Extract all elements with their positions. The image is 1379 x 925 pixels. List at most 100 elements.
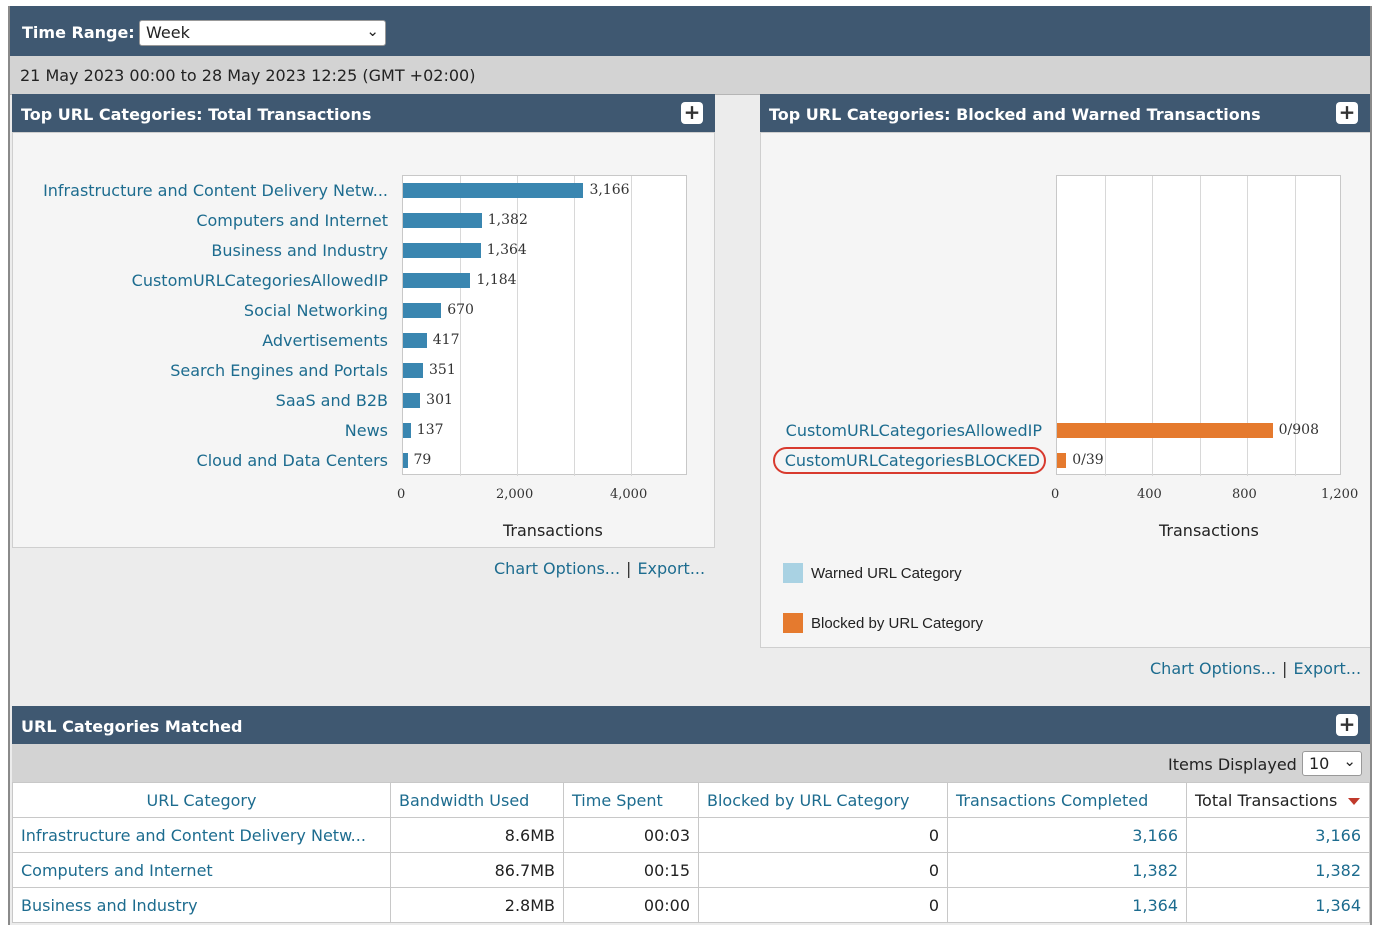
table-panel-header: URL Categories Matched + (12, 706, 1370, 744)
category-label-link[interactable]: Computers and Internet (196, 211, 388, 230)
bar-value-label: 0/39 (1072, 452, 1104, 468)
col-total-transactions-label: Total Transactions (1195, 790, 1338, 810)
bar[interactable] (1057, 423, 1273, 438)
date-range-text: 21 May 2023 00:00 to 28 May 2023 12:25 (… (20, 66, 476, 85)
legend-swatch (783, 563, 803, 583)
left-export-link[interactable]: Export... (637, 559, 705, 578)
time-range-value: Week (146, 23, 190, 42)
x-tick-label: 1,200 (1321, 487, 1359, 502)
x-tick-label: 2,000 (496, 487, 534, 502)
bar[interactable] (403, 393, 421, 408)
row-bandwidth: 86.7MB (390, 852, 564, 888)
bar-value-label: 301 (426, 392, 453, 408)
row-url-category-link[interactable]: Computers and Internet (12, 852, 391, 888)
right-panel-title: Top URL Categories: Blocked and Warned T… (769, 105, 1261, 124)
total-transactions-chart: 0 2,000 4,000 Infrastructure and Content De… (13, 133, 714, 547)
row-transactions-completed-link[interactable]: 1,382 (947, 852, 1187, 888)
plus-icon[interactable]: + (681, 102, 703, 124)
row-time-spent: 00:00 (563, 887, 699, 923)
right-chart-options-link[interactable]: Chart Options... (1150, 659, 1276, 678)
x-axis-title: Transactions (503, 521, 603, 540)
bar-value-label: 0/908 (1278, 422, 1319, 438)
row-transactions-completed-link[interactable]: 3,166 (947, 817, 1187, 853)
x-tick-label: 400 (1137, 487, 1162, 502)
time-range-select[interactable]: Week ⌄ (139, 20, 386, 46)
right-panel-header: Top URL Categories: Blocked and Warned T… (760, 94, 1370, 132)
items-displayed-label: Items Displayed (1168, 755, 1297, 774)
row-url-category-link[interactable]: Infrastructure and Content Delivery Netw… (12, 817, 391, 853)
x-tick-label: 800 (1232, 487, 1257, 502)
col-bandwidth-used[interactable]: Bandwidth Used (390, 782, 564, 818)
row-blocked: 0 (698, 817, 948, 853)
gridline (574, 176, 575, 476)
bar[interactable] (403, 453, 408, 468)
category-label-link[interactable]: Infrastructure and Content Delivery Netw… (43, 181, 388, 200)
left-chart-options-link[interactable]: Chart Options... (494, 559, 620, 578)
url-categories-table: URL Category Bandwidth Used Time Spent B… (12, 782, 1370, 923)
bar-value-label: 351 (429, 362, 456, 378)
row-bandwidth: 2.8MB (390, 887, 564, 923)
plus-icon[interactable]: + (1336, 714, 1358, 736)
right-export-link[interactable]: Export... (1293, 659, 1361, 678)
left-chart-panel: 0 2,000 4,000 Infrastructure and Content De… (12, 132, 715, 548)
legend-swatch (783, 613, 803, 633)
bar[interactable] (403, 303, 442, 318)
date-range-row: 21 May 2023 00:00 to 28 May 2023 12:25 (… (10, 56, 1370, 95)
right-chart-links: Chart Options... | Export... (1150, 659, 1362, 678)
col-transactions-completed[interactable]: Transactions Completed (947, 782, 1187, 818)
left-panel-header: Top URL Categories: Total Transactions + (12, 94, 715, 132)
row-transactions-completed-link[interactable]: 1,364 (947, 887, 1187, 923)
report-frame: Time Range: Week ⌄ 21 May 2023 00:00 to … (8, 6, 1372, 925)
col-url-category[interactable]: URL Category (12, 782, 391, 818)
bar[interactable] (1057, 453, 1067, 468)
table-title: URL Categories Matched (21, 717, 243, 736)
legend-label: Warned URL Category (811, 565, 962, 582)
bar[interactable] (403, 363, 423, 378)
row-bandwidth: 8.6MB (390, 817, 564, 853)
row-total-transactions-link[interactable]: 1,364 (1186, 887, 1370, 923)
bar-value-label: 1,184 (476, 272, 517, 288)
bar-value-label: 3,166 (589, 182, 630, 198)
bar[interactable] (403, 423, 411, 438)
category-label-link[interactable]: Cloud and Data Centers (197, 451, 388, 470)
col-total-transactions[interactable]: Total Transactions (1186, 782, 1370, 818)
table-row: Infrastructure and Content Delivery Netw… (12, 817, 1370, 853)
chevron-down-icon: ⌄ (1343, 752, 1356, 770)
time-range-bar: Time Range: Week ⌄ (10, 6, 1370, 56)
bar-value-label: 670 (447, 302, 474, 318)
row-time-spent: 00:15 (563, 852, 699, 888)
category-label-link[interactable]: CustomURLCategoriesAllowedIP (132, 271, 388, 290)
row-total-transactions-link[interactable]: 1,382 (1186, 852, 1370, 888)
bar-value-label: 1,364 (486, 242, 527, 258)
sort-desc-icon (1348, 797, 1361, 805)
category-label-link[interactable]: Search Engines and Portals (170, 361, 388, 380)
category-label-link[interactable]: CustomURLCategoriesAllowedIP (786, 421, 1042, 440)
row-total-transactions-link[interactable]: 3,166 (1186, 817, 1370, 853)
left-panel-title: Top URL Categories: Total Transactions (21, 105, 372, 124)
category-label-link[interactable]: Social Networking (244, 301, 388, 320)
category-label-link[interactable]: Advertisements (262, 331, 388, 350)
col-blocked-by-url-category[interactable]: Blocked by URL Category (698, 782, 948, 818)
bar-value-label: 1,382 (487, 212, 528, 228)
bar[interactable] (403, 273, 471, 288)
bar[interactable] (403, 333, 427, 348)
category-label-link[interactable]: SaaS and B2B (276, 391, 388, 410)
category-label-link[interactable]: CustomURLCategoriesBLOCKED (772, 447, 1046, 474)
chevron-down-icon: ⌄ (366, 22, 379, 40)
bar[interactable] (403, 183, 584, 198)
bar[interactable] (403, 213, 482, 228)
table-header-row: URL Category Bandwidth Used Time Spent B… (12, 782, 1370, 818)
bar-value-label: 79 (413, 452, 432, 468)
time-range-label: Time Range: (22, 23, 135, 42)
x-tick-label: 0 (397, 487, 406, 502)
category-label-link[interactable]: Business and Industry (211, 241, 388, 260)
legend-label: Blocked by URL Category (811, 615, 984, 632)
bar[interactable] (403, 243, 481, 258)
items-displayed-select[interactable]: 10 ⌄ (1302, 751, 1362, 776)
x-tick-label: 4,000 (610, 487, 648, 502)
category-label-link[interactable]: News (345, 421, 388, 440)
gridline (631, 176, 632, 476)
plus-icon[interactable]: + (1336, 102, 1358, 124)
row-url-category-link[interactable]: Business and Industry (12, 887, 391, 923)
col-time-spent[interactable]: Time Spent (563, 782, 699, 818)
